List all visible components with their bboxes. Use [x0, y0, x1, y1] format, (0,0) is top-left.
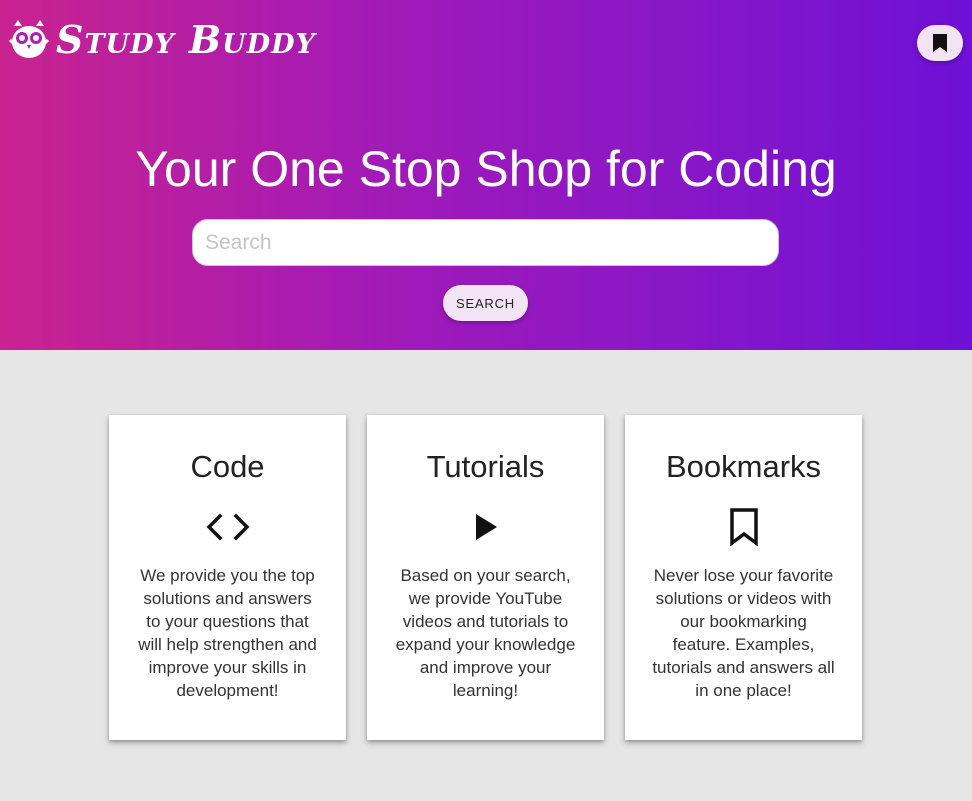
card-title: Code	[190, 449, 265, 484]
card-description: Based on your search, we provide YouTube…	[395, 566, 576, 700]
bookmark-outline-icon	[729, 508, 758, 546]
search-input[interactable]	[192, 219, 779, 266]
bookmarks-button[interactable]	[917, 25, 963, 61]
play-icon	[475, 514, 497, 540]
feature-card-code: Code We provide you the top solutions an…	[109, 415, 346, 740]
feature-card-bookmarks: Bookmarks Never lose your favorite solut…	[625, 415, 862, 740]
card-title: Bookmarks	[665, 449, 822, 484]
hero-banner: Study Buddy Your One Stop Shop for Codin…	[0, 0, 972, 350]
card-description: We provide you the top solutions and ans…	[138, 566, 317, 700]
brand-name: Study Buddy	[56, 16, 316, 62]
card-description: Never lose your favorite solutions or vi…	[652, 566, 835, 700]
card-title: Tutorials	[426, 449, 545, 484]
search-button[interactable]: SEARCH	[443, 285, 528, 321]
code-icon	[206, 513, 249, 541]
feature-card-tutorials: Tutorials Based on your search, we provi…	[367, 415, 604, 740]
owl-icon	[8, 20, 50, 58]
bookmark-icon	[933, 34, 947, 52]
page-title: Your One Stop Shop for Coding	[135, 141, 837, 197]
brand-logo[interactable]: Study Buddy	[8, 14, 316, 64]
